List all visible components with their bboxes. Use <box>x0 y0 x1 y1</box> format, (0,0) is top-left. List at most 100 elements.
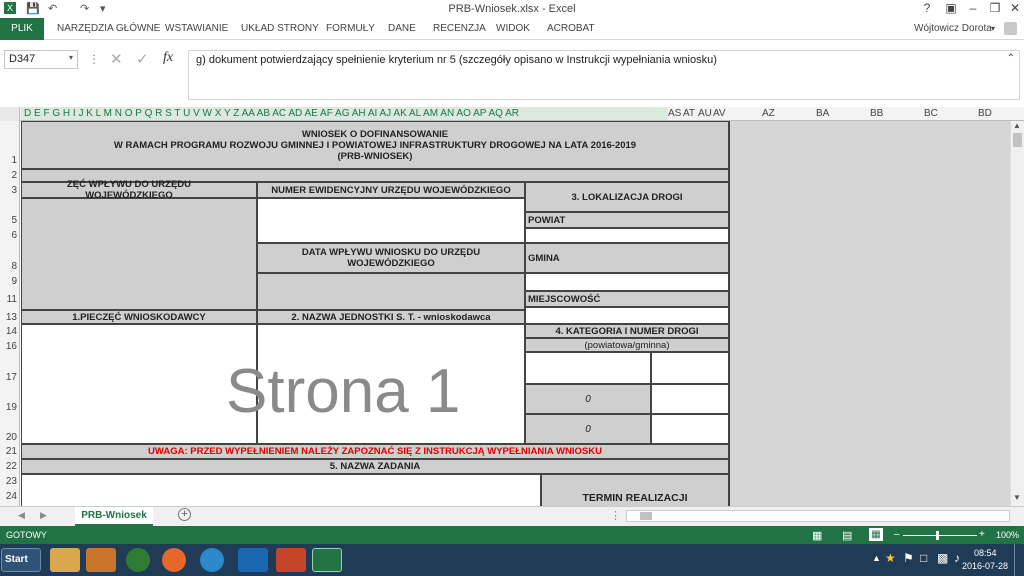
row-header[interactable]: 6 <box>0 230 20 241</box>
powiat-label[interactable]: POWIAT <box>525 212 729 228</box>
tab-insert[interactable]: WSTAWIANIE <box>165 23 228 34</box>
zoom-out-icon[interactable]: – <box>894 529 900 540</box>
road-value-2b[interactable] <box>651 414 729 444</box>
page-layout-view-icon[interactable]: ▤ <box>842 529 852 542</box>
row-header[interactable]: 19 <box>0 402 20 413</box>
tab-view[interactable]: WIDOK <box>496 23 530 34</box>
zoom-slider[interactable] <box>903 535 977 536</box>
select-all-corner[interactable] <box>0 107 20 121</box>
scroll-down-icon[interactable]: ▼ <box>1013 493 1021 502</box>
row-header[interactable]: 22 <box>0 461 20 472</box>
tabs-splitter-icon[interactable]: ⋮ <box>610 509 621 522</box>
gmina-label[interactable]: GMINA <box>525 243 729 273</box>
row-header[interactable]: 21 <box>0 446 20 457</box>
row-header[interactable]: 5 <box>0 215 20 226</box>
network-icon[interactable]: ▩ <box>937 551 948 565</box>
column-header-narrow-group[interactable]: D E F G H I J K L M N O P Q R S T U V W … <box>21 107 668 120</box>
road-category-label[interactable]: 4. KATEGORIA I NUMER DROGI <box>525 324 729 338</box>
start-button[interactable]: Start <box>1 548 41 572</box>
stamp-office-label[interactable]: ZĘĆ WPŁYWU DO URZĘDU WOJEWÓDZKIEGO <box>21 179 257 201</box>
page-break-preview-icon[interactable]: ▦ <box>869 528 883 541</box>
registry-number-field[interactable] <box>257 198 525 243</box>
clock-time[interactable]: 08:54 <box>974 548 997 558</box>
road-value-1[interactable]: 0 <box>525 384 651 414</box>
gmina-field[interactable] <box>525 273 729 291</box>
applicant-stamp-field[interactable] <box>21 324 257 444</box>
vertical-scrollbar[interactable]: ▲ ▼ <box>1010 121 1024 506</box>
row-header[interactable]: 14 <box>0 326 20 337</box>
zoom-level[interactable]: 100% <box>996 530 1019 540</box>
media-player-icon[interactable] <box>86 548 116 572</box>
tab-file[interactable]: PLIK <box>0 18 44 40</box>
submission-date-field[interactable] <box>257 273 525 310</box>
column-header-bd[interactable]: BD <box>978 108 992 119</box>
tab-formulas[interactable]: FORMUŁY <box>326 23 375 34</box>
deadline-label[interactable]: TERMIN REALIZACJI <box>541 474 729 506</box>
normal-view-icon[interactable]: ▦ <box>812 529 822 542</box>
tray-star-icon[interactable]: ★ <box>885 551 896 565</box>
user-name[interactable]: Wójtowicz Dorota <box>914 23 992 34</box>
file-explorer-icon[interactable] <box>50 548 80 572</box>
tab-review[interactable]: RECENZJA <box>433 23 486 34</box>
submission-date-label[interactable]: DATA WPŁYWU WNIOSKU DO URZĘDU WOJEWÓDZKI… <box>257 243 525 273</box>
tab-home[interactable]: NARZĘDZIA GŁÓWNE <box>57 23 160 34</box>
avatar[interactable] <box>1004 22 1017 35</box>
add-sheet-icon[interactable]: + <box>178 508 191 521</box>
row-header[interactable]: 8 <box>0 261 20 272</box>
row-header[interactable]: 1 <box>0 155 20 166</box>
place-field[interactable] <box>525 307 729 324</box>
unit-name-label[interactable]: 2. NAZWA JEDNOSTKI S. T. - wnioskodawca <box>257 310 525 324</box>
tray-device-icon[interactable]: □ <box>920 551 927 565</box>
tab-page-layout[interactable]: UKŁAD STRONY <box>241 23 319 34</box>
user-menu-chevron-icon[interactable]: ▾ <box>991 24 995 33</box>
row-header[interactable]: 20 <box>0 432 20 443</box>
ribbon-display-options-icon[interactable]: ▣ <box>942 1 960 15</box>
name-box-chevron-icon[interactable]: ▾ <box>69 53 73 62</box>
row-header[interactable]: 16 <box>0 341 20 352</box>
row-header[interactable]: 3 <box>0 185 20 196</box>
outlook-icon[interactable] <box>238 548 268 572</box>
tab-acrobat[interactable]: ACROBAT <box>547 23 595 34</box>
next-sheet-icon[interactable]: ▶ <box>40 510 47 521</box>
office-stamp-field[interactable] <box>21 198 257 310</box>
column-header-as[interactable]: AS <box>668 108 681 119</box>
task-name-label[interactable]: 5. NAZWA ZADANIA <box>21 459 729 474</box>
sheet-tab-active[interactable]: PRB-Wniosek <box>75 507 153 526</box>
road-category-field[interactable] <box>525 352 651 384</box>
name-box[interactable]: D347 ▾ <box>4 50 78 69</box>
prev-sheet-icon[interactable]: ◀ <box>18 510 25 521</box>
firefox-icon[interactable] <box>162 548 186 572</box>
road-category-sub-label[interactable]: (powiatowa/gminna) <box>525 338 729 352</box>
tab-data[interactable]: DANE <box>388 23 416 34</box>
warning-text[interactable]: UWAGA: PRZED WYPEŁNIENIEM NALEŻY ZAPOZNA… <box>21 444 729 459</box>
place-label[interactable]: MIEJSCOWOŚĆ <box>525 291 729 307</box>
row-header[interactable]: 17 <box>0 372 20 383</box>
form-title-block[interactable]: WNIOSEK O DOFINANSOWANIE W RAMACH PROGRA… <box>21 121 729 169</box>
road-value-2[interactable]: 0 <box>525 414 651 444</box>
column-header-az[interactable]: AZ <box>762 108 775 119</box>
clock-date[interactable]: 2016-07-28 <box>962 561 1008 571</box>
confirm-entry-icon[interactable]: ✓ <box>136 50 149 68</box>
column-header-ba[interactable]: BA <box>816 108 829 119</box>
help-button[interactable]: ? <box>918 1 936 15</box>
row-header[interactable]: 24 <box>0 491 20 502</box>
scroll-thumb[interactable] <box>1013 133 1022 147</box>
column-header-at[interactable]: AT <box>683 108 695 119</box>
registry-number-label[interactable]: NUMER EWIDENCYJNY URZĘDU WOJEWÓDZKIEGO <box>257 182 525 198</box>
scroll-up-icon[interactable]: ▲ <box>1013 121 1021 130</box>
show-desktop-button[interactable] <box>1014 544 1024 576</box>
road-value-1b[interactable] <box>651 384 729 414</box>
road-location-label[interactable]: 3. LOKALIZACJA DROGI <box>525 182 729 212</box>
zoom-slider-thumb[interactable] <box>936 531 939 540</box>
road-number-field[interactable] <box>651 352 729 384</box>
zoom-in-icon[interactable]: + <box>979 529 985 540</box>
row-header[interactable]: 2 <box>0 170 20 181</box>
tray-expand-icon[interactable]: ▲ <box>872 553 881 563</box>
close-button[interactable]: ✕ <box>1006 1 1024 15</box>
internet-explorer-icon[interactable] <box>200 548 224 572</box>
maximize-button[interactable]: ❐ <box>986 1 1004 15</box>
collapse-formula-bar-icon[interactable]: ⌃ <box>1007 53 1015 64</box>
row-header[interactable]: 9 <box>0 276 20 287</box>
chrome-icon[interactable] <box>126 548 150 572</box>
column-header-av[interactable]: AV <box>713 108 726 119</box>
